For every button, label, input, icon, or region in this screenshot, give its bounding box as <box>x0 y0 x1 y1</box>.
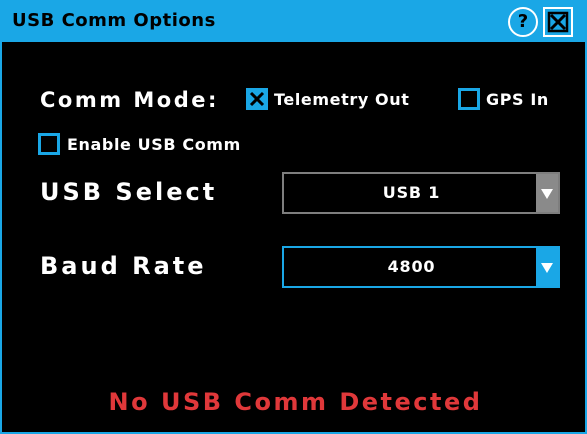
usb-select-dropdown[interactable]: USB 1 <box>282 172 560 214</box>
status-message: No USB Comm Detected <box>108 388 483 416</box>
checkbox-x-icon <box>249 91 265 107</box>
telemetry-out-label: Telemetry Out <box>274 90 410 109</box>
baud-rate-arrow[interactable] <box>536 248 558 286</box>
dropdown-arrow-icon <box>541 189 553 199</box>
close-button[interactable] <box>543 7 573 37</box>
help-button[interactable]: ? <box>508 7 538 37</box>
enable-usb-comm-label: Enable USB Comm <box>67 135 241 154</box>
telemetry-out-checkbox[interactable] <box>246 88 268 110</box>
question-mark-icon: ? <box>517 11 529 32</box>
usb-select-arrow[interactable] <box>536 174 558 212</box>
close-icon <box>547 11 569 33</box>
baud-rate-dropdown[interactable]: 4800 <box>282 246 560 288</box>
baud-rate-value: 4800 <box>387 257 436 276</box>
title-bar: USB Comm Options ? <box>2 2 585 42</box>
comm-mode-label: Comm Mode: <box>40 88 219 112</box>
dropdown-arrow-icon <box>541 263 553 273</box>
gps-in-label: GPS In <box>486 90 549 109</box>
enable-usb-comm-checkbox[interactable] <box>38 133 60 155</box>
dialog-title: USB Comm Options <box>12 10 216 31</box>
gps-in-checkbox[interactable] <box>458 88 480 110</box>
usb-select-value: USB 1 <box>382 183 441 202</box>
baud-rate-label: Baud Rate <box>40 252 207 280</box>
usb-comm-options-dialog: USB Comm Options ? Comm Mode: Telemetry … <box>0 0 587 434</box>
usb-select-label: USB Select <box>40 178 218 206</box>
